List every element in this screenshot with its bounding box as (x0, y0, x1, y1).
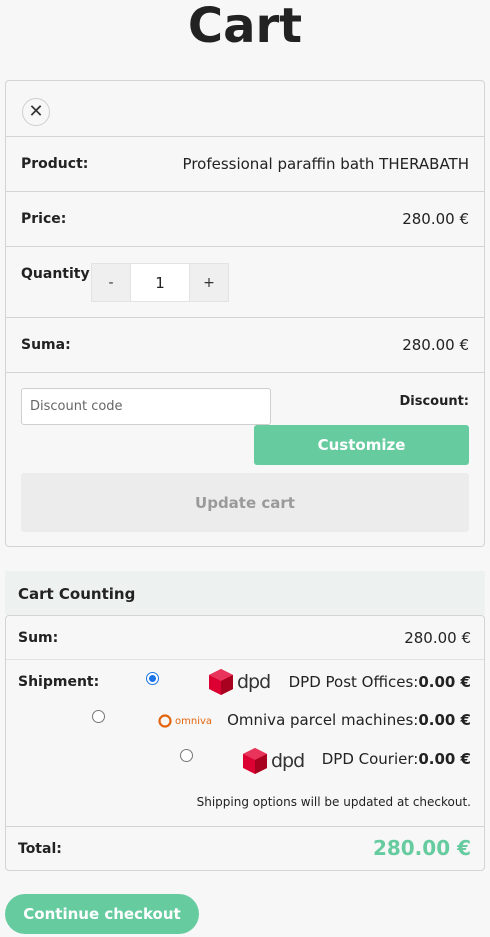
omniva-logo: omniva (158, 714, 212, 728)
quantity-stepper: - 1 + (91, 263, 229, 302)
product-row: Product: Professional paraffin bath THER… (6, 136, 484, 191)
quantity-label: Quantity: (21, 266, 96, 282)
dpd-cube-icon (209, 669, 233, 695)
counting-sum-label: Sum: (18, 630, 59, 646)
quantity-input[interactable]: 1 (131, 263, 189, 302)
remove-item-button[interactable]: ✕ (22, 98, 50, 126)
quantity-increase-button[interactable]: + (189, 263, 229, 302)
cart-counting-panel: Sum: 280.00 € Shipment: dpd DPD Post Off… (5, 615, 485, 871)
omniva-logo-text: omniva (175, 715, 213, 727)
product-label: Product: (21, 156, 89, 172)
dpd-cube-icon (243, 748, 267, 774)
dpd-logo: dpd (243, 748, 305, 774)
sum-label: Suma: (21, 337, 71, 353)
discount-code-input[interactable] (21, 388, 271, 425)
price-value: 280.00 € (402, 210, 469, 228)
continue-checkout-button[interactable]: Continue checkout (5, 894, 199, 934)
sum-row: Suma: 280.00 € (6, 317, 484, 372)
price-row: Price: 280.00 € (6, 191, 484, 246)
discount-label: Discount: (399, 394, 469, 409)
product-name: Professional paraffin bath THERABATH (182, 155, 469, 173)
total-label: Total: (18, 841, 62, 857)
close-icon: ✕ (28, 101, 44, 122)
dpd-logo-text: dpd (271, 750, 305, 772)
shipping-option-omniva: Omniva parcel machines:0.00 € (227, 711, 471, 729)
price-label: Price: (21, 211, 67, 227)
quantity-decrease-button[interactable]: - (91, 263, 131, 302)
shipping-option-dpd-courier: DPD Courier:0.00 € (321, 750, 471, 768)
shipping-note: Shipping options will be updated at chec… (196, 795, 471, 809)
shipping-radio-dpd-courier[interactable] (180, 749, 193, 762)
page-title: Cart (187, 0, 303, 54)
counting-sum-value: 280.00 € (404, 629, 471, 647)
customize-button[interactable]: Customize (254, 425, 469, 465)
shipping-option-dpd-post-offices: DPD Post Offices:0.00 € (288, 673, 471, 691)
discount-section: Discount: Customize Update cart (6, 372, 484, 546)
omniva-circle-icon (158, 714, 172, 728)
shipment-label: Shipment: (18, 674, 100, 690)
sum-value: 280.00 € (402, 336, 469, 354)
total-value: 280.00 € (372, 836, 471, 860)
total-row: Total: 280.00 € (6, 826, 484, 870)
update-cart-button[interactable]: Update cart (21, 473, 469, 532)
dpd-logo: dpd (209, 669, 271, 695)
counting-sum-row: Sum: 280.00 € (6, 616, 484, 660)
shipping-radio-dpd-post-offices[interactable] (146, 672, 159, 685)
cart-counting-title: Cart Counting (5, 571, 485, 615)
shipping-radio-omniva[interactable] (92, 710, 105, 723)
quantity-row: Quantity: - 1 + (6, 246, 484, 317)
cart-panel: ✕ Product: Professional paraffin bath TH… (5, 80, 485, 547)
dpd-logo-text: dpd (237, 671, 271, 693)
